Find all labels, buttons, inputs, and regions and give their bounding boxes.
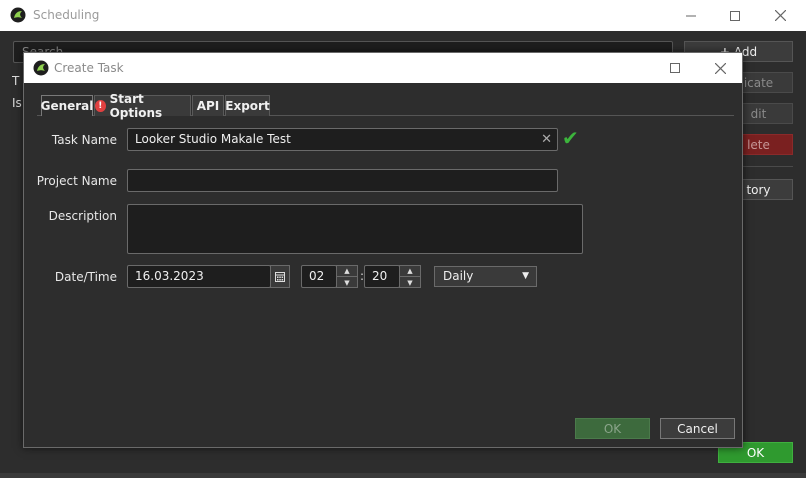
maximize-icon	[730, 10, 740, 21]
date-input[interactable]: 16.03.2023	[127, 265, 271, 288]
warning-icon: !	[95, 100, 106, 112]
app-logo-icon	[33, 60, 49, 76]
tab-general[interactable]: General	[41, 95, 93, 116]
close-icon	[714, 62, 726, 74]
tab-general-label: General	[40, 99, 94, 113]
calendar-icon	[275, 271, 285, 282]
tab-start-options[interactable]: ! Start Options	[94, 92, 191, 120]
datetime-label: Date/Time	[54, 270, 117, 284]
tab-api[interactable]: API	[192, 95, 224, 116]
project-name-label: Project Name	[36, 174, 117, 188]
edit-button-label: dit	[750, 106, 767, 121]
hour-spinner[interactable]: ▲ ▼	[336, 265, 358, 288]
maximize-icon	[670, 63, 680, 73]
tab-export-label: Export	[225, 99, 270, 113]
calendar-button[interactable]	[270, 265, 290, 288]
clear-icon[interactable]: ✕	[541, 129, 552, 150]
task-name-input[interactable]: Looker Studio Makale Test ✕	[127, 128, 558, 151]
hour-input[interactable]: 02	[301, 265, 337, 288]
dialog-tabs: General ! Start Options API Export	[37, 92, 734, 120]
dialog-cancel-button[interactable]: Cancel	[660, 418, 735, 439]
chevron-up-icon[interactable]: ▲	[337, 266, 357, 277]
minimize-button[interactable]	[668, 0, 714, 31]
dialog-titlebar: Create Task	[24, 53, 742, 83]
chevron-down-icon: ▼	[522, 271, 529, 281]
close-icon	[774, 10, 786, 21]
duplicate-button-label: icate	[743, 75, 774, 90]
recurrence-select[interactable]: Daily ▼	[434, 266, 537, 287]
dialog-ok-button[interactable]: OK	[575, 418, 650, 439]
recurrence-value: Daily	[443, 269, 474, 283]
history-button-label: tory	[746, 182, 771, 197]
minimize-icon	[686, 15, 696, 16]
create-task-dialog: Create Task General ! Start Options API …	[23, 52, 743, 448]
delete-button-label: lete	[747, 137, 770, 152]
tab-api-label: API	[196, 99, 220, 113]
tab-export[interactable]: Export	[225, 95, 270, 116]
main-titlebar: Scheduling	[0, 0, 806, 31]
description-label: Description	[48, 209, 117, 223]
task-name-value: Looker Studio Makale Test	[135, 132, 291, 146]
chevron-down-icon[interactable]: ▼	[400, 277, 420, 288]
minute-spinner[interactable]: ▲ ▼	[399, 265, 421, 288]
tab-start-options-label: Start Options	[109, 92, 163, 120]
dialog-title: Create Task	[54, 61, 124, 75]
maximize-button[interactable]	[712, 0, 758, 31]
dialog-maximize-button[interactable]	[652, 53, 698, 83]
minute-input[interactable]: 20	[364, 265, 400, 288]
description-input[interactable]	[127, 204, 583, 254]
chevron-up-icon[interactable]: ▲	[400, 266, 420, 277]
task-name-label: Task Name	[51, 133, 117, 147]
dialog-close-button[interactable]	[697, 53, 743, 83]
bottom-strip	[0, 473, 806, 478]
close-button[interactable]	[757, 0, 803, 31]
app-logo-icon	[10, 7, 26, 23]
check-icon: ✔	[562, 126, 579, 150]
chevron-down-icon[interactable]: ▼	[337, 277, 357, 288]
scheduling-window: Scheduling Search T Is + Add icate dit l…	[0, 0, 806, 478]
main-window-title: Scheduling	[33, 8, 100, 22]
project-name-input[interactable]	[127, 169, 558, 192]
